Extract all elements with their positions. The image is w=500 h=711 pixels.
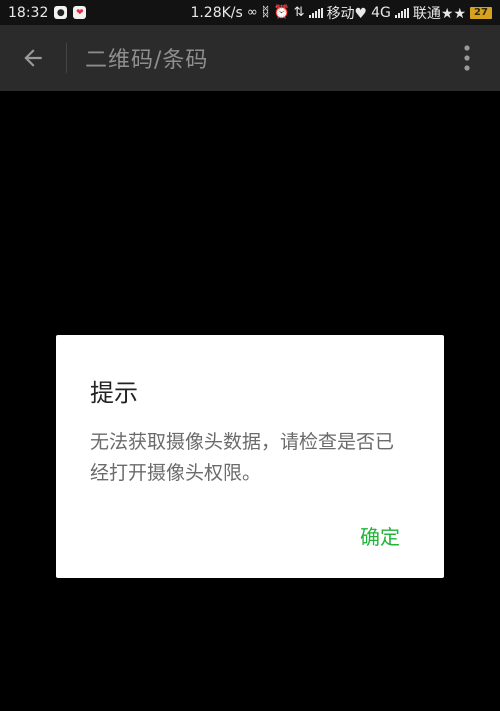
arrow-back-icon: [24, 49, 42, 67]
alert-dialog: 提示 无法获取摄像头数据，请检查是否已经打开摄像头权限。 确定: [56, 335, 444, 578]
page-title: 二维码/条码: [85, 48, 209, 73]
confirm-button[interactable]: 确定: [360, 521, 400, 550]
more-vertical-icon: [464, 45, 470, 71]
link-icon: ∞: [246, 5, 258, 20]
toolbar-divider: [66, 43, 67, 73]
net-speed: 1.28K/s: [190, 4, 243, 21]
status-time: 18:32: [8, 4, 49, 21]
signal-icon-2: [394, 7, 409, 18]
bluetooth-icon: ᛥ: [261, 5, 270, 20]
status-right: 1.28K/s ∞ ᛥ ⏰ ⇅ 移动♥ 4G 联通★★ 27: [190, 3, 492, 23]
battery-icon: 27: [470, 6, 492, 19]
carrier-1: 移动♥: [326, 5, 368, 22]
dialog-title: 提示: [90, 379, 138, 407]
status-bar: 18:32 ● ❤ 1.28K/s ∞ ᛥ ⏰ ⇅ 移动♥ 4G 联通★★ 27: [0, 0, 500, 25]
alarm-icon: ⏰: [273, 5, 290, 20]
qq-penguin-icon: ●: [54, 6, 68, 19]
heart-app-icon: ❤: [73, 6, 87, 19]
dialog-message: 无法获取摄像头数据，请检查是否已经打开摄像头权限。: [90, 431, 395, 484]
data-transfer-icon: ⇅: [293, 5, 305, 20]
network-type: 4G: [371, 4, 391, 21]
signal-icon-1: [308, 7, 323, 18]
status-left: 18:32 ● ❤: [8, 4, 87, 21]
app-toolbar: 二维码/条码: [0, 25, 500, 91]
carrier-2: 联通★★: [412, 5, 466, 22]
overflow-menu-button[interactable]: [434, 25, 500, 91]
camera-screen: 18:32 ● ❤ 1.28K/s ∞ ᛥ ⏰ ⇅ 移动♥ 4G 联通★★ 27: [0, 0, 500, 711]
back-button[interactable]: [0, 25, 66, 91]
